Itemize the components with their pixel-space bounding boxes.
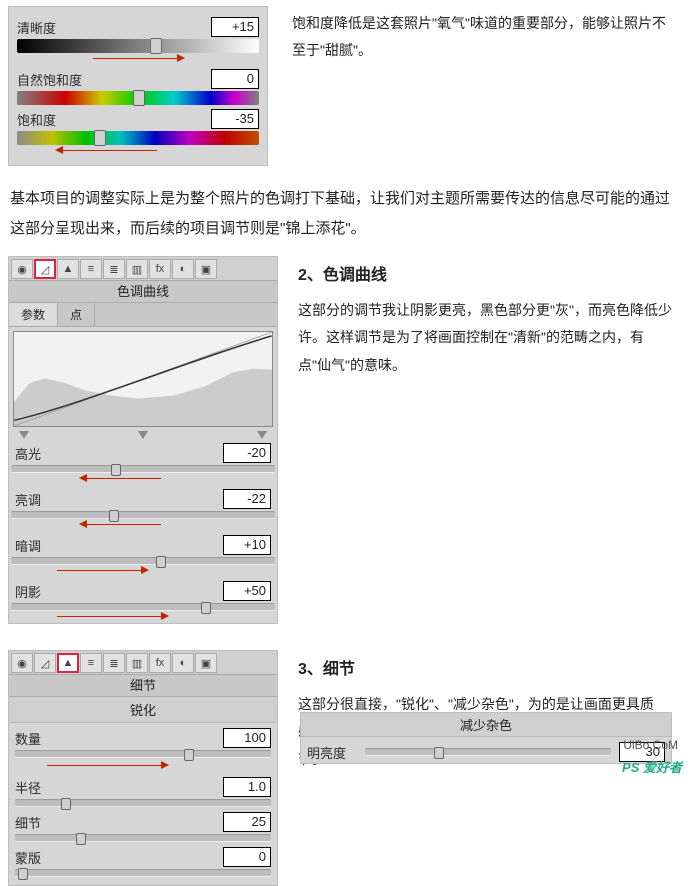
shadows-slider[interactable] xyxy=(11,603,275,611)
detail-value[interactable]: 25 xyxy=(223,812,271,832)
radius-value[interactable]: 1.0 xyxy=(223,777,271,797)
camera-icon[interactable]: ▣ xyxy=(195,259,217,279)
highlights-label: 高光 xyxy=(15,444,65,463)
lines-icon[interactable]: ≡ xyxy=(80,259,102,279)
vibrance-label: 自然饱和度 xyxy=(17,70,87,89)
panel3-title: 细节 xyxy=(9,675,277,697)
arrow-icon xyxy=(45,145,165,157)
sharpen-subtitle: 锐化 xyxy=(9,697,277,723)
lens-icon[interactable]: ◐ xyxy=(172,653,194,673)
triangle-icon[interactable]: ▲ xyxy=(57,653,79,673)
fx-icon[interactable]: fx xyxy=(149,259,171,279)
curve-icon[interactable]: ◿ xyxy=(34,653,56,673)
amount-label: 数量 xyxy=(15,729,57,748)
watermark-url: UiBo.CoM xyxy=(623,738,678,752)
bars-icon[interactable]: ≣ xyxy=(103,259,125,279)
highlights-value[interactable]: -20 xyxy=(223,443,271,463)
amount-slider[interactable] xyxy=(15,750,271,758)
luminance-slider[interactable] xyxy=(365,748,611,756)
lines-icon[interactable]: ≡ xyxy=(80,653,102,673)
tone-curve-panel: ◉ ◿ ▲ ≡ ≣ ▥ fx ◐ ▣ 色调曲线 参数 点 高光 -20 亮调 -22 xyxy=(8,256,278,624)
tab-point[interactable]: 点 xyxy=(58,303,95,326)
curve-graph[interactable] xyxy=(13,331,273,427)
noise-title: 减少杂色 xyxy=(301,713,671,737)
clarity-value[interactable]: +15 xyxy=(211,17,259,37)
toolbar: ◉ ◿ ▲ ≡ ≣ ▥ fx ◐ ▣ xyxy=(9,257,277,281)
detail-slider[interactable] xyxy=(15,834,271,842)
highlights-slider[interactable] xyxy=(11,465,275,473)
mask-slider[interactable] xyxy=(15,869,271,877)
shadows-value[interactable]: +50 xyxy=(223,581,271,601)
noise-panel: 减少杂色 明亮度 30 xyxy=(300,712,672,764)
aperture-icon[interactable]: ◉ xyxy=(11,653,33,673)
arrow-icon xyxy=(49,565,159,577)
aperture-icon[interactable]: ◉ xyxy=(11,259,33,279)
vibrance-slider[interactable] xyxy=(17,91,259,105)
darks-value[interactable]: +10 xyxy=(223,535,271,555)
arrow-icon xyxy=(69,473,169,485)
arrow-icon xyxy=(49,611,179,623)
split-icon[interactable]: ▥ xyxy=(126,259,148,279)
detail-panel: ◉ ◿ ▲ ≡ ≣ ▥ fx ◐ ▣ 细节 锐化 数量 100 半径 1.0 细节 2… xyxy=(8,650,278,886)
darks-slider[interactable] xyxy=(11,557,275,565)
detail-label: 细节 xyxy=(15,813,57,832)
camera-icon[interactable]: ▣ xyxy=(195,653,217,673)
lights-label: 亮调 xyxy=(15,490,65,509)
tabs: 参数 点 xyxy=(9,303,277,327)
lights-value[interactable]: -22 xyxy=(223,489,271,509)
fx-icon[interactable]: fx xyxy=(149,653,171,673)
arrow-icon xyxy=(85,53,195,65)
saturation-slider[interactable] xyxy=(17,131,259,145)
triangle-icon[interactable]: ▲ xyxy=(57,259,79,279)
basic-panel: 清晰度 +15 自然饱和度 0 饱和度 -35 xyxy=(8,6,268,166)
clarity-label: 清晰度 xyxy=(17,18,87,37)
amount-value[interactable]: 100 xyxy=(223,728,271,748)
saturation-value[interactable]: -35 xyxy=(211,109,259,129)
section2-heading: 2、色调曲线 xyxy=(298,260,673,291)
split-icon[interactable]: ▥ xyxy=(126,653,148,673)
shadows-label: 阴影 xyxy=(15,582,65,601)
arrow-icon xyxy=(69,519,169,531)
lens-icon[interactable]: ◐ xyxy=(172,259,194,279)
tab-parametric[interactable]: 参数 xyxy=(9,303,58,326)
curve-icon[interactable]: ◿ xyxy=(34,259,56,279)
panel-title: 色调曲线 xyxy=(9,281,277,303)
mask-label: 蒙版 xyxy=(15,848,57,867)
bars-icon[interactable]: ≣ xyxy=(103,653,125,673)
darks-label: 暗调 xyxy=(15,536,65,555)
arrow-icon xyxy=(39,760,179,772)
section3-heading: 3、细节 xyxy=(298,654,673,685)
watermark-brand: PS 爱好者 xyxy=(622,757,682,776)
lights-slider[interactable] xyxy=(11,511,275,519)
radius-label: 半径 xyxy=(15,778,57,797)
clarity-slider[interactable] xyxy=(17,39,259,53)
paragraph-1: 基本项目的调整实际上是为整个照片的色调打下基础，让我们对主题所需要传达的信息尽可… xyxy=(0,166,690,250)
saturation-label: 饱和度 xyxy=(17,110,87,129)
side-text-1: 饱和度降低是这套照片"氧气"味道的重要部分，能够让照片不至于"甜腻"。 xyxy=(292,6,672,65)
vibrance-value[interactable]: 0 xyxy=(211,69,259,89)
mask-value[interactable]: 0 xyxy=(223,847,271,867)
radius-slider[interactable] xyxy=(15,799,271,807)
section2-text: 这部分的调节我让阴影更亮，黑色部分更"灰"，而亮色降低少许。这样调节是为了将画面… xyxy=(298,297,673,379)
luminance-label: 明亮度 xyxy=(307,743,357,762)
